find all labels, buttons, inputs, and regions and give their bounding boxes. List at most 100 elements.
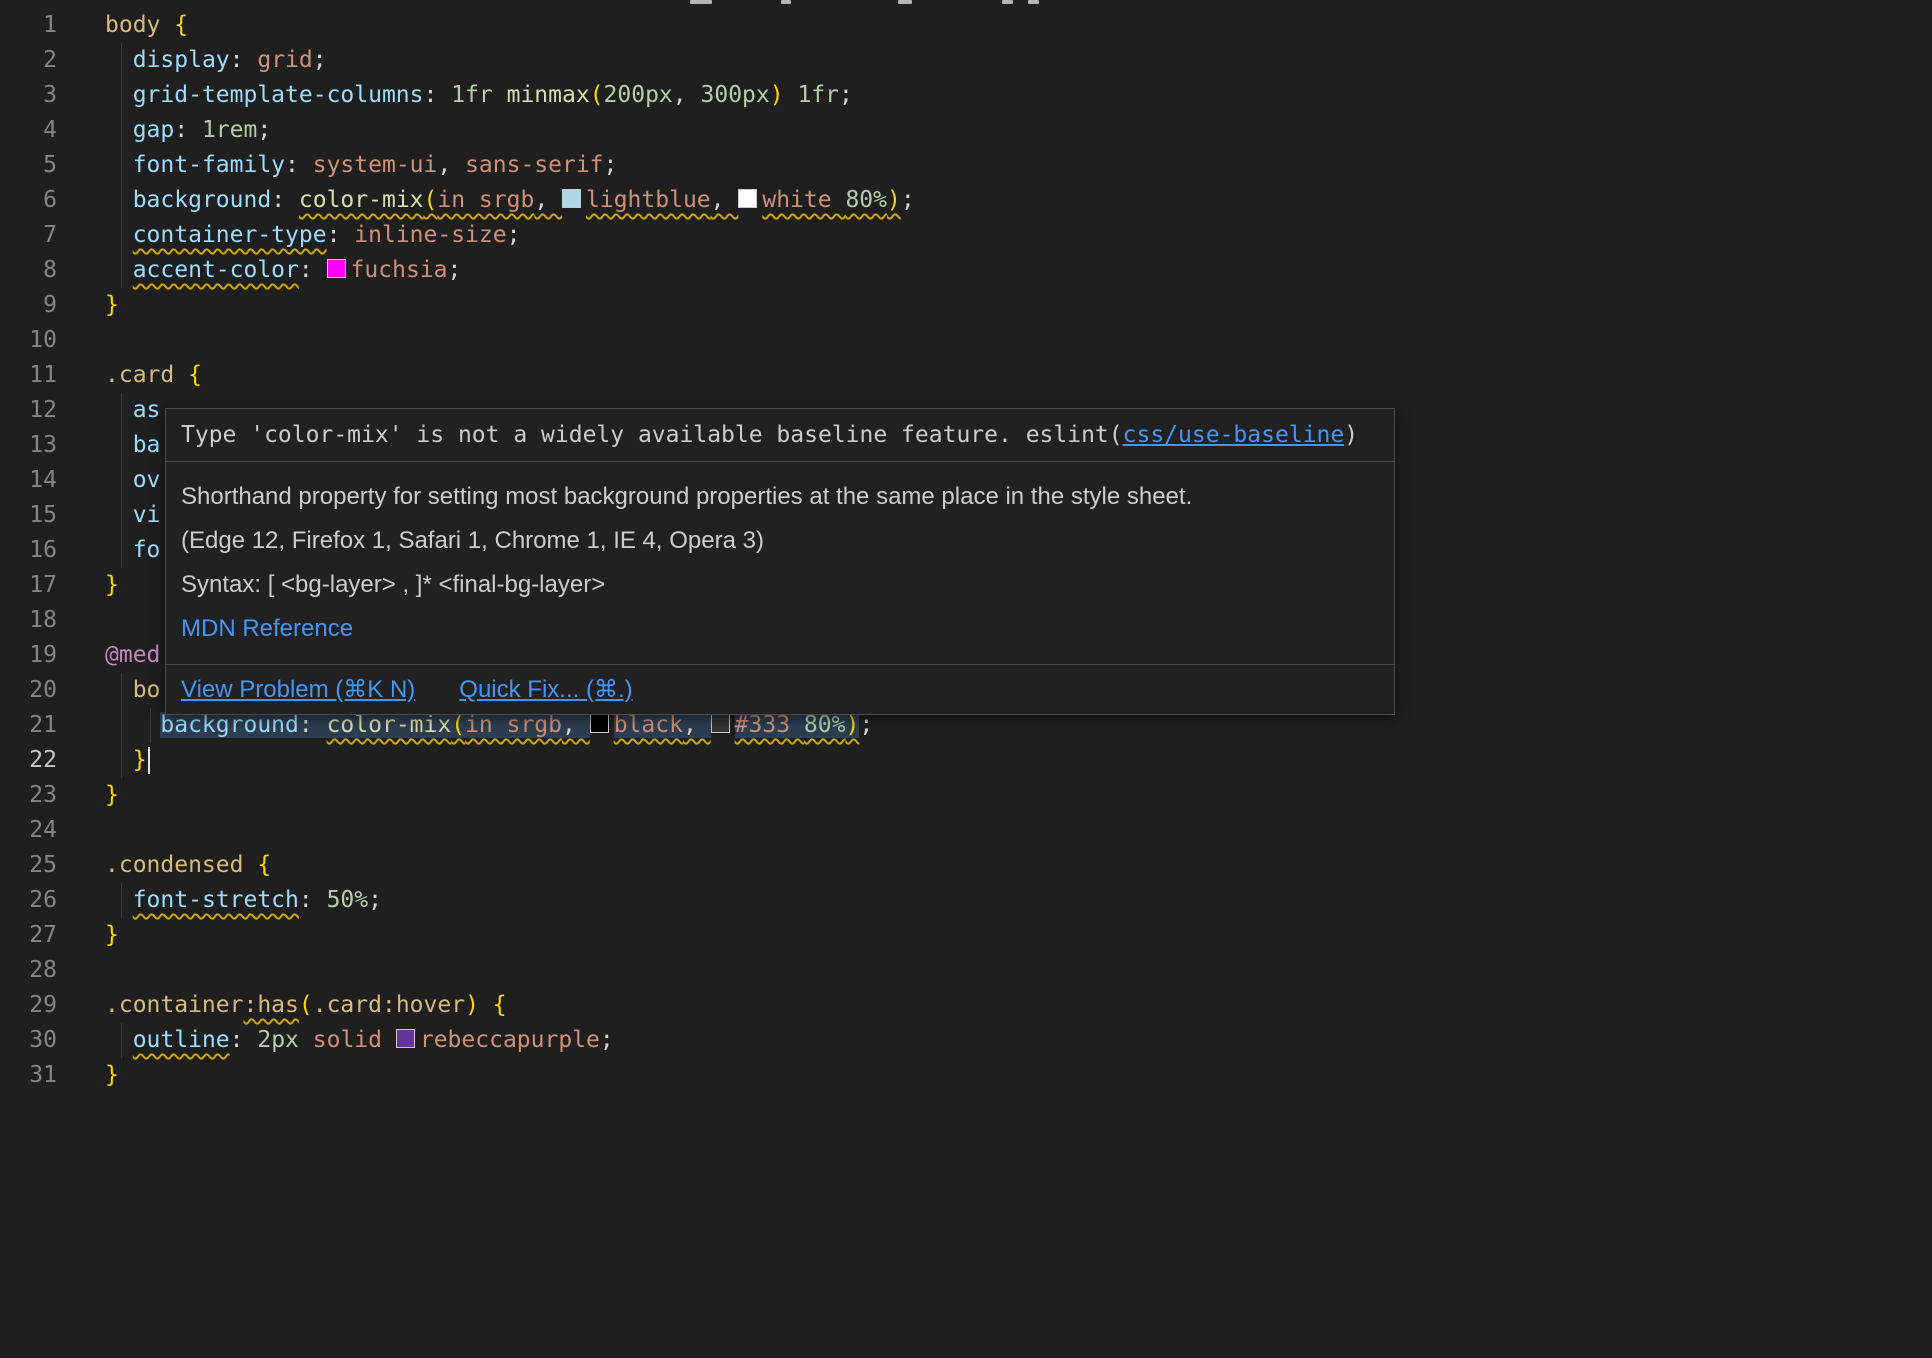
- code-line[interactable]: 24: [0, 813, 1932, 848]
- code-token: :: [424, 82, 452, 108]
- color-swatch[interactable]: [590, 714, 609, 733]
- line-number[interactable]: 5: [0, 148, 57, 183]
- line-number[interactable]: 7: [0, 218, 57, 253]
- line-number[interactable]: 2: [0, 43, 57, 78]
- code-token: solid: [313, 1027, 382, 1053]
- line-number[interactable]: 23: [0, 778, 57, 813]
- code-text: }: [57, 918, 1932, 953]
- code-line[interactable]: 30 outline: 2px solid rebeccapurple;: [0, 1023, 1932, 1058]
- color-swatch[interactable]: [396, 1029, 415, 1048]
- line-number[interactable]: 24: [0, 813, 57, 848]
- code-line[interactable]: 5 font-family: system-ui, sans-serif;: [0, 148, 1932, 183]
- color-swatch[interactable]: [738, 189, 757, 208]
- code-line[interactable]: 27}: [0, 918, 1932, 953]
- color-swatch[interactable]: [327, 259, 346, 278]
- indent-guide: [121, 743, 122, 778]
- code-line[interactable]: 22 }: [0, 743, 1932, 778]
- code-line[interactable]: 7 container-type: inline-size;: [0, 218, 1932, 253]
- line-number[interactable]: 26: [0, 883, 57, 918]
- code-token: :: [230, 47, 258, 73]
- diagnostic-rule-link[interactable]: css/use-baseline: [1123, 422, 1345, 448]
- line-number[interactable]: 29: [0, 988, 57, 1023]
- code-line[interactable]: 23}: [0, 778, 1932, 813]
- view-problem-link[interactable]: View Problem (⌘K N): [181, 675, 415, 704]
- code-line[interactable]: 6 background: color-mix(in srgb, lightbl…: [0, 183, 1932, 218]
- line-number[interactable]: 10: [0, 323, 57, 358]
- line-number[interactable]: 4: [0, 113, 57, 148]
- code-line[interactable]: 11.card {: [0, 358, 1932, 393]
- code-token: :: [327, 222, 355, 248]
- code-token: as: [133, 397, 161, 423]
- code-token: black: [614, 712, 683, 738]
- code-token: background: [133, 187, 271, 213]
- quick-fix-link[interactable]: Quick Fix... (⌘.): [459, 675, 632, 704]
- line-number[interactable]: 22: [0, 743, 57, 778]
- code-token: #333: [735, 712, 804, 738]
- line-number[interactable]: 13: [0, 428, 57, 463]
- code-text: .condensed {: [57, 848, 1932, 883]
- line-number[interactable]: 21: [0, 708, 57, 743]
- code-token: [105, 502, 133, 528]
- code-line[interactable]: 9}: [0, 288, 1932, 323]
- clipped-glyph: [781, 0, 791, 4]
- code-token: container-type: [133, 222, 327, 248]
- code-token: background: [160, 712, 298, 738]
- code-line[interactable]: 29.container:has(.card:hover) {: [0, 988, 1932, 1023]
- code-line[interactable]: 28: [0, 953, 1932, 988]
- code-token: {: [257, 852, 271, 878]
- line-number[interactable]: 31: [0, 1058, 57, 1093]
- line-number[interactable]: 18: [0, 603, 57, 638]
- code-token: .container: [105, 992, 243, 1018]
- code-token: system-ui: [313, 152, 438, 178]
- code-line[interactable]: 8 accent-color: fuchsia;: [0, 253, 1932, 288]
- code-line[interactable]: 4 gap: 1rem;: [0, 113, 1932, 148]
- color-swatch[interactable]: [711, 714, 730, 733]
- indent-guide: [121, 148, 122, 183]
- line-number[interactable]: 28: [0, 953, 57, 988]
- code-text: accent-color: fuchsia;: [57, 253, 1932, 288]
- line-number[interactable]: 16: [0, 533, 57, 568]
- code-text: .card {: [57, 358, 1932, 393]
- code-token: font-family: [133, 152, 285, 178]
- line-number[interactable]: 25: [0, 848, 57, 883]
- code-line[interactable]: 2 display: grid;: [0, 43, 1932, 78]
- code-token: 80%: [804, 712, 846, 738]
- code-token: :: [299, 887, 327, 913]
- code-token: .condensed: [105, 852, 257, 878]
- line-number[interactable]: 20: [0, 673, 57, 708]
- mdn-reference-link[interactable]: MDN Reference: [181, 615, 353, 642]
- code-token: [105, 1027, 133, 1053]
- code-line[interactable]: 25.condensed {: [0, 848, 1932, 883]
- code-token: [105, 432, 133, 458]
- indent-guide: [121, 463, 122, 498]
- code-line[interactable]: 31}: [0, 1058, 1932, 1093]
- color-swatch[interactable]: [562, 189, 581, 208]
- line-number[interactable]: 19: [0, 638, 57, 673]
- code-text: [57, 813, 1932, 848]
- line-number[interactable]: 9: [0, 288, 57, 323]
- line-number[interactable]: 27: [0, 918, 57, 953]
- code-token: [479, 992, 493, 1018]
- indent-guide: [121, 183, 122, 218]
- line-number[interactable]: 17: [0, 568, 57, 603]
- line-number[interactable]: 8: [0, 253, 57, 288]
- line-number[interactable]: 1: [0, 8, 57, 43]
- code-line[interactable]: 10: [0, 323, 1932, 358]
- code-text: display: grid;: [57, 43, 1932, 78]
- text-cursor: [148, 747, 150, 774]
- code-text: .container:has(.card:hover) {: [57, 988, 1932, 1023]
- line-number[interactable]: 6: [0, 183, 57, 218]
- line-number[interactable]: 14: [0, 463, 57, 498]
- code-token: ov: [133, 467, 161, 493]
- line-number[interactable]: 3: [0, 78, 57, 113]
- code-line[interactable]: 26 font-stretch: 50%;: [0, 883, 1932, 918]
- line-number[interactable]: 11: [0, 358, 57, 393]
- line-number[interactable]: 12: [0, 393, 57, 428]
- code-token: (: [590, 82, 604, 108]
- code-line[interactable]: 3 grid-template-columns: 1fr minmax(200p…: [0, 78, 1932, 113]
- code-text: [57, 953, 1932, 988]
- code-line[interactable]: 1body {: [0, 8, 1932, 43]
- code-token: body: [105, 12, 174, 38]
- line-number[interactable]: 15: [0, 498, 57, 533]
- line-number[interactable]: 30: [0, 1023, 57, 1058]
